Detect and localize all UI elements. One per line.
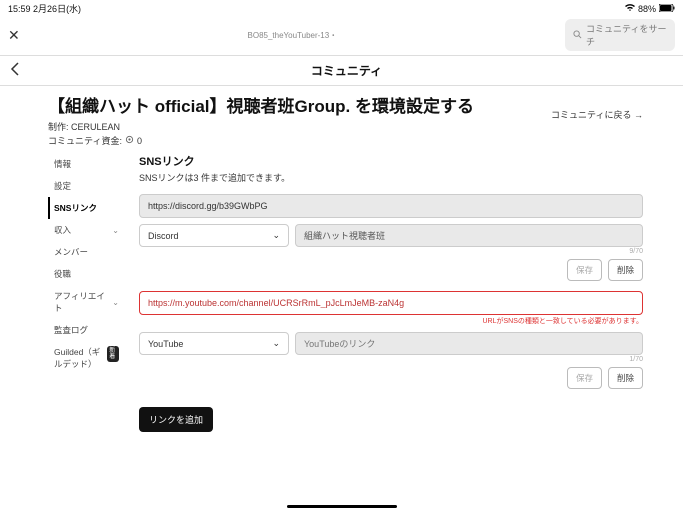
return-to-community-link[interactable]: コミュニティに戻る → (551, 108, 643, 121)
status-time: 15:59 (8, 4, 31, 14)
search-placeholder: コミュニティをサーチ (586, 22, 667, 48)
search-icon (573, 30, 582, 41)
status-date: 2月26日(水) (33, 4, 81, 14)
chevron-down-icon: ⌄ (112, 298, 119, 307)
status-left: 15:59 2月26日(水) (8, 2, 81, 15)
sidebar-item-income[interactable]: 収入⌄ (48, 219, 123, 241)
name-input[interactable] (295, 332, 643, 355)
delete-button[interactable]: 削除 (608, 259, 643, 281)
sns-panel: SNSリンク SNSリンクは3 件まで追加できます。 Discord ⌄ 9/7… (139, 153, 643, 432)
sns-block-0: Discord ⌄ 9/70 保存 削除 (139, 194, 643, 281)
sidebar-item-info[interactable]: 情報 (48, 153, 123, 175)
section-desc: SNSリンクは3 件まで追加できます。 (139, 171, 643, 184)
nav-title: コミュニティ (20, 62, 673, 79)
platform-select[interactable]: Discord ⌄ (139, 224, 289, 247)
sidebar-item-settings[interactable]: 設定 (48, 175, 123, 197)
delete-button[interactable]: 削除 (608, 367, 643, 389)
producer-line: 制作: CERULEAN (48, 120, 643, 133)
char-counter: 1/70 (139, 356, 643, 363)
chevron-down-icon: ⌄ (112, 226, 119, 235)
nav-row: コミュニティ (0, 56, 683, 85)
battery-icon (659, 4, 675, 14)
section-title: SNSリンク (139, 153, 643, 169)
back-icon[interactable] (10, 62, 20, 79)
error-message: URLがSNSの種類と一致している必要があります。 (139, 316, 643, 326)
topbar: ✕ BO85_theYouTuber-13・ コミュニティをサーチ (0, 17, 683, 55)
sidebar-item-guilded[interactable]: Guilded（ギルデッド） 新 着 (48, 341, 123, 375)
sidebar: 情報 設定 SNSリンク 収入⌄ メンバー 役職 アフィリエイト⌄ 監査ログ G… (48, 153, 123, 432)
sidebar-item-roles[interactable]: 役職 (48, 263, 123, 285)
new-badge: 新 着 (107, 346, 119, 362)
funds-value: 0 (137, 136, 142, 146)
sidebar-item-sns[interactable]: SNSリンク (48, 197, 123, 219)
url-input[interactable] (139, 194, 643, 218)
save-button[interactable]: 保存 (567, 259, 602, 281)
wifi-icon (625, 4, 635, 14)
context-label: BO85_theYouTuber-13・ (28, 30, 557, 41)
sidebar-item-members[interactable]: メンバー (48, 241, 123, 263)
name-input[interactable] (295, 224, 643, 247)
sidebar-item-audit[interactable]: 監査ログ (48, 319, 123, 341)
status-bar: 15:59 2月26日(水) 88% (0, 0, 683, 17)
status-right: 88% (625, 4, 675, 14)
add-link-button[interactable]: リンクを追加 (139, 407, 213, 432)
gear-icon (125, 135, 134, 146)
funds-line: コミュニティ資金: 0 (48, 134, 643, 147)
sns-block-1: URLがSNSの種類と一致している必要があります。 YouTube ⌄ 1/70… (139, 291, 643, 389)
sidebar-item-affiliate[interactable]: アフィリエイト⌄ (48, 285, 123, 319)
char-counter: 9/70 (139, 248, 643, 255)
search-input[interactable]: コミュニティをサーチ (565, 19, 675, 51)
platform-select[interactable]: YouTube ⌄ (139, 332, 289, 355)
save-button[interactable]: 保存 (567, 367, 602, 389)
chevron-down-icon: ⌄ (272, 338, 280, 349)
chevron-down-icon: ⌄ (272, 230, 280, 241)
battery-percent: 88% (638, 4, 656, 14)
home-indicator[interactable] (287, 505, 397, 508)
url-input[interactable] (139, 291, 643, 315)
close-icon[interactable]: ✕ (8, 27, 20, 44)
